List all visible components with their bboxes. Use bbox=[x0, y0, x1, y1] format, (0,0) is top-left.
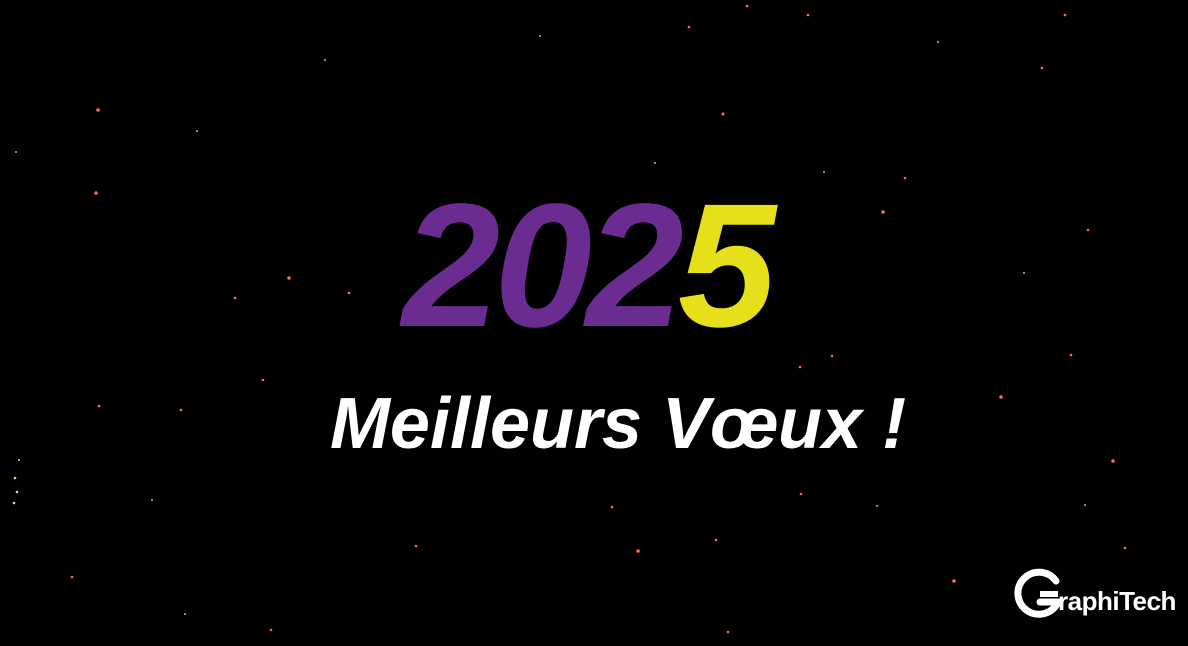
year-headline: 2025 bbox=[0, 178, 1180, 354]
greeting-text: Meilleurs Vœux ! bbox=[329, 384, 907, 464]
graphitech-logo: raphiTech bbox=[1012, 562, 1178, 624]
year-digits-purple: 202 bbox=[402, 168, 684, 364]
logo-wordmark: raphiTech bbox=[1058, 586, 1176, 616]
greeting-card: 2025 Meilleurs Vœux ! raphiTech bbox=[0, 0, 1188, 646]
year-digit-yellow: 5 bbox=[677, 168, 776, 364]
